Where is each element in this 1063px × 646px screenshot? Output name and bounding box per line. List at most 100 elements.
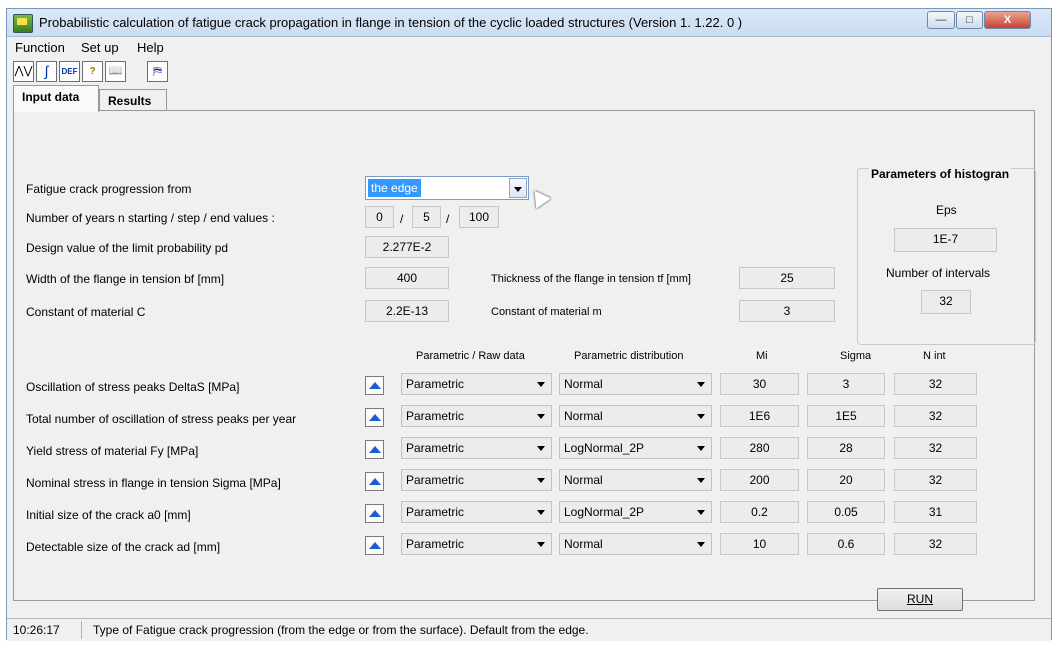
mode-select[interactable]: Parametric	[401, 501, 552, 523]
tab-results[interactable]: Results	[99, 89, 167, 111]
tab-input-data[interactable]: Input data	[13, 85, 99, 112]
years-start-input[interactable]: 0	[365, 206, 394, 228]
distribution-select[interactable]: LogNormal_2P	[559, 437, 712, 459]
close-button[interactable]: X	[984, 11, 1031, 29]
row-label: Nominal stress in flange in tension Sigm…	[26, 476, 281, 490]
menu-help[interactable]: Help	[137, 40, 164, 55]
nint-input[interactable]: 32	[894, 533, 977, 555]
chevron-down-icon	[537, 414, 545, 419]
mode-select[interactable]: Parametric	[401, 373, 552, 395]
exit-icon[interactable]: ⛿	[147, 61, 168, 82]
bf-label: Width of the flange in tension bf [mm]	[26, 272, 225, 286]
tf-label: Thickness of the flange in tension tf [m…	[491, 273, 691, 285]
chevron-down-icon	[537, 478, 545, 483]
histogram-group	[857, 168, 1036, 345]
years-step-input[interactable]: 5	[412, 206, 441, 228]
def-icon[interactable]: DEF	[59, 61, 80, 82]
triangle-up-icon[interactable]	[365, 536, 384, 555]
years-separator: /	[446, 212, 450, 226]
m-input[interactable]: 3	[739, 300, 835, 322]
graph-icon[interactable]: ⋀⋁	[13, 61, 34, 82]
mode-value: Parametric	[406, 441, 465, 455]
chevron-down-icon	[697, 510, 705, 515]
row-label: Oscillation of stress peaks DeltaS [MPa]	[26, 380, 240, 394]
chevron-down-icon	[537, 446, 545, 451]
status-message: Type of Fatigue crack progression (from …	[93, 623, 589, 637]
sigma-input[interactable]: 20	[807, 469, 885, 491]
mode-select[interactable]: Parametric	[401, 405, 552, 427]
eps-input[interactable]: 1E-7	[894, 228, 997, 252]
toolbar: ⋀⋁ ∫ DEF ? 📖 ⛿	[7, 57, 1051, 87]
status-bar: 10:26:17 Type of Fatigue crack progressi…	[7, 618, 1051, 641]
chevron-down-icon	[697, 446, 705, 451]
distribution-value: Normal	[564, 409, 603, 423]
mi-input[interactable]: 0.2	[720, 501, 799, 523]
triangle-up-icon[interactable]	[365, 376, 384, 395]
sigma-input[interactable]: 3	[807, 373, 885, 395]
mode-select[interactable]: Parametric	[401, 469, 552, 491]
distribution-value: Normal	[564, 377, 603, 391]
sigma-input[interactable]: 1E5	[807, 405, 885, 427]
triangle-up-icon[interactable]	[365, 504, 384, 523]
header-distribution: Parametric distribution	[574, 350, 684, 362]
bf-input[interactable]: 400	[365, 267, 449, 289]
app-icon	[13, 14, 33, 33]
book-icon[interactable]: 📖	[105, 61, 126, 82]
nint-input[interactable]: 32	[894, 373, 977, 395]
distribution-select[interactable]: Normal	[559, 373, 712, 395]
run-button[interactable]: RUN	[877, 588, 963, 611]
menu-function[interactable]: Function	[15, 40, 65, 55]
help-icon[interactable]: ?	[82, 61, 103, 82]
sigma-input[interactable]: 28	[807, 437, 885, 459]
header-nint: N int	[923, 350, 946, 362]
maximize-button[interactable]: □	[956, 11, 983, 29]
row-label: Yield stress of material Fy [MPa]	[26, 444, 199, 458]
crack-progression-label: Fatigue crack progression from	[26, 182, 192, 196]
menu-bar: Function Set up Help	[7, 37, 1051, 57]
triangle-up-icon[interactable]	[365, 440, 384, 459]
mode-select[interactable]: Parametric	[401, 533, 552, 555]
application-window: Probabilistic calculation of fatigue cra…	[6, 8, 1052, 641]
nint-input[interactable]: 31	[894, 501, 977, 523]
chevron-down-icon	[697, 478, 705, 483]
mi-input[interactable]: 200	[720, 469, 799, 491]
mi-input[interactable]: 10	[720, 533, 799, 555]
mi-input[interactable]: 280	[720, 437, 799, 459]
mode-value: Parametric	[406, 537, 465, 551]
title-bar[interactable]: Probabilistic calculation of fatigue cra…	[7, 9, 1051, 37]
mi-input[interactable]: 1E6	[720, 405, 799, 427]
nint-input[interactable]: 32	[894, 469, 977, 491]
mode-select[interactable]: Parametric	[401, 437, 552, 459]
status-time: 10:26:17	[13, 623, 60, 637]
nint-input[interactable]: 32	[894, 437, 977, 459]
years-end-input[interactable]: 100	[459, 206, 499, 228]
triangle-up-icon[interactable]	[365, 472, 384, 491]
c-label: Constant of material C	[26, 305, 146, 319]
eps-label: Eps	[936, 203, 957, 217]
distribution-select[interactable]: Normal	[559, 469, 712, 491]
nint-input[interactable]: 32	[894, 405, 977, 427]
sigma-input[interactable]: 0.05	[807, 501, 885, 523]
crack-progression-value: the edge	[368, 179, 421, 197]
menu-setup[interactable]: Set up	[81, 40, 119, 55]
distribution-value: LogNormal_2P	[564, 441, 645, 455]
status-divider	[81, 621, 82, 639]
chevron-down-icon	[697, 382, 705, 387]
intervals-input[interactable]: 32	[921, 290, 971, 314]
distribution-select[interactable]: Normal	[559, 533, 712, 555]
tf-input[interactable]: 25	[739, 267, 835, 289]
crack-progression-select[interactable]: the edge	[365, 176, 529, 200]
distribution-select[interactable]: Normal	[559, 405, 712, 427]
chevron-down-icon[interactable]	[509, 178, 527, 198]
input-data-panel: Fatigue crack progression from the edge …	[13, 110, 1036, 601]
pd-input[interactable]: 2.277E-2	[365, 236, 449, 258]
minimize-button[interactable]: —	[927, 11, 955, 29]
row-label: Detectable size of the crack ad [mm]	[26, 540, 221, 554]
c-input[interactable]: 2.2E-13	[365, 300, 449, 322]
pd-label: Design value of the limit probability pd	[26, 241, 229, 255]
integral-icon[interactable]: ∫	[36, 61, 57, 82]
sigma-input[interactable]: 0.6	[807, 533, 885, 555]
triangle-up-icon[interactable]	[365, 408, 384, 427]
distribution-select[interactable]: LogNormal_2P	[559, 501, 712, 523]
mi-input[interactable]: 30	[720, 373, 799, 395]
